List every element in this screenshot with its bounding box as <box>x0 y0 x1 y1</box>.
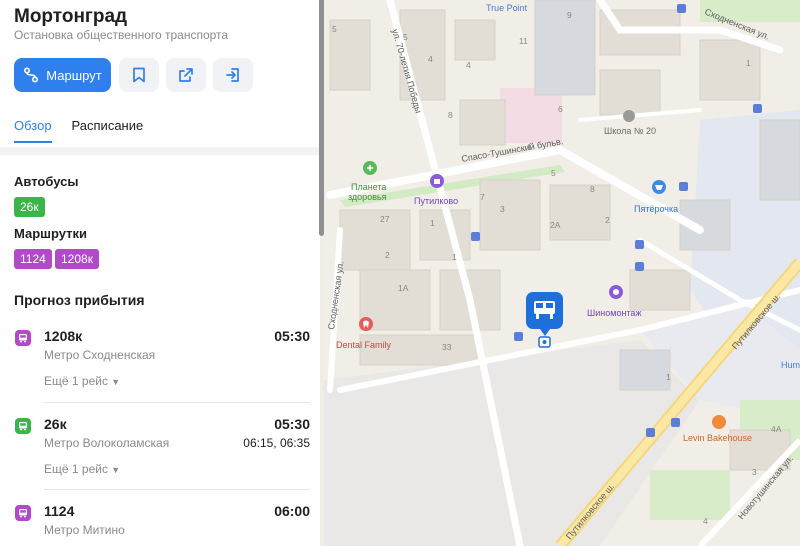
minibus-icon <box>15 505 31 521</box>
tab-bar: Обзор Расписание <box>14 118 143 143</box>
minibus-icon <box>15 330 31 346</box>
poi-label: Hum <box>781 360 800 370</box>
transit-stop-icon[interactable] <box>677 4 686 13</box>
minibuses-label: Маршрутки <box>14 226 88 241</box>
house-number: 1 <box>746 58 751 68</box>
house-number: 4А <box>771 424 782 434</box>
house-number: 8 <box>590 184 595 194</box>
poi-label: здоровья <box>348 192 387 202</box>
bakery-icon[interactable] <box>712 415 726 429</box>
bookmark-icon <box>133 67 145 83</box>
arrival-destination: Метро Митино <box>44 523 125 537</box>
house-number: 6 <box>558 104 563 114</box>
house-number: 8 <box>448 110 453 120</box>
share-button[interactable] <box>166 58 206 92</box>
arrival-time: 05:30 <box>274 328 310 344</box>
poi-label: Школа № 20 <box>604 126 656 136</box>
forecast-title: Прогноз прибытия <box>14 292 145 308</box>
poi-label: Путилково <box>414 196 458 206</box>
transit-stop-icon[interactable] <box>635 240 644 249</box>
more-trips-label: Ещё 1 рейс <box>44 374 108 388</box>
route-button[interactable]: Маршрут <box>14 58 111 92</box>
transit-stop-icon[interactable] <box>679 182 688 191</box>
route-chip-26k[interactable]: 26к <box>14 197 45 217</box>
house-number: 2А <box>550 220 561 230</box>
house-number: 5 <box>551 168 556 178</box>
house-number: 7 <box>480 192 485 202</box>
poi-label: Планета <box>351 182 386 192</box>
house-number: 1 <box>452 252 457 262</box>
house-number: 1 <box>527 142 532 152</box>
house-number: 5 <box>403 32 408 42</box>
house-number: 33 <box>442 342 452 352</box>
house-number: 4 <box>703 516 708 526</box>
poi-label: Dental Family <box>336 340 392 350</box>
house-number: 5 <box>332 24 337 34</box>
poi-label: Levin Bakehouse <box>683 433 752 443</box>
transit-stop-icon[interactable] <box>671 418 680 427</box>
transit-stop-icon[interactable] <box>753 104 762 113</box>
arrival-time: 06:00 <box>274 503 310 519</box>
map-view[interactable]: ул. 70-летия Победы Спасо-Тушинский буль… <box>324 0 800 546</box>
arrival-next-times: 06:15, 06:35 <box>243 436 310 450</box>
house-number: 1 <box>430 218 435 228</box>
poi-label: Пятёрочка <box>634 204 678 214</box>
poi-label: Шиномонтаж <box>587 308 641 318</box>
route-chip-1208k[interactable]: 1208к <box>55 249 99 269</box>
arrival-destination: Метро Сходненская <box>44 348 156 362</box>
house-number: 4 <box>428 54 433 64</box>
more-trips-toggle[interactable]: Ещё 1 рейс ▼ <box>44 374 120 388</box>
more-trips-toggle[interactable]: Ещё 1 рейс ▼ <box>44 462 120 476</box>
stop-panel: Мортонград Остановка общественного транс… <box>0 0 320 546</box>
share-icon <box>179 68 193 82</box>
house-number: 2 <box>385 250 390 260</box>
page-subtitle: Остановка общественного транспорта <box>14 28 229 42</box>
buses-label: Автобусы <box>14 174 79 189</box>
house-number: 3 <box>752 467 757 477</box>
more-trips-label: Ещё 1 рейс <box>44 462 108 476</box>
chevron-down-icon: ▼ <box>111 465 121 475</box>
map-canvas[interactable]: ул. 70-летия Победы Спасо-Тушинский буль… <box>324 0 800 546</box>
house-number: 11 <box>519 36 528 46</box>
tab-schedule[interactable]: Расписание <box>72 118 144 143</box>
transit-stop-icon[interactable] <box>471 232 480 241</box>
poi-label: True Point <box>486 3 528 13</box>
page-title: Мортонград <box>14 6 128 27</box>
transit-stop-icon[interactable] <box>635 262 644 271</box>
enter-button[interactable] <box>213 58 253 92</box>
arrival-route: 1208к <box>44 328 83 344</box>
house-number: 27 <box>380 214 390 224</box>
tab-overview[interactable]: Обзор <box>14 118 52 143</box>
row-divider <box>44 402 310 403</box>
section-divider <box>0 147 320 155</box>
transit-stop-icon[interactable] <box>514 332 523 341</box>
house-number: 3 <box>500 204 505 214</box>
route-chip-1124[interactable]: 1124 <box>14 249 52 269</box>
bus-icon <box>15 418 31 434</box>
house-number: 9 <box>567 10 572 20</box>
house-number: 2 <box>605 215 610 225</box>
route-icon <box>24 67 39 83</box>
house-number: 1 <box>666 372 671 382</box>
arrival-route: 26к <box>44 416 67 432</box>
arrival-route: 1124 <box>44 503 75 519</box>
login-icon <box>226 68 239 82</box>
house-number: 1А <box>398 283 409 293</box>
route-button-label: Маршрут <box>46 67 102 83</box>
row-divider <box>44 489 310 490</box>
chevron-down-icon: ▼ <box>111 377 121 387</box>
school-icon[interactable] <box>623 110 635 122</box>
house-number: 4 <box>466 60 471 70</box>
arrival-time: 05:30 <box>274 416 310 432</box>
transit-stop-icon[interactable] <box>646 428 655 437</box>
save-button[interactable] <box>119 58 159 92</box>
arrival-destination: Метро Волоколамская <box>44 436 170 450</box>
panel-scrollbar[interactable] <box>319 0 324 236</box>
